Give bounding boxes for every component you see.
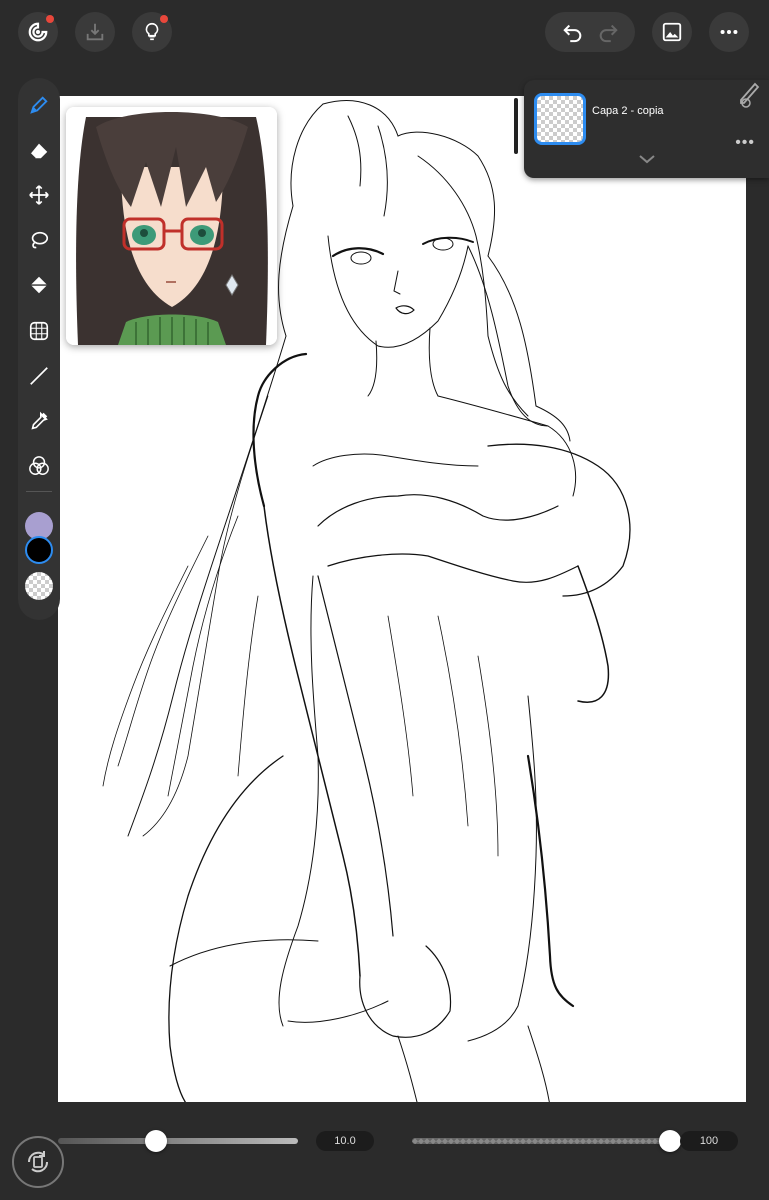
line-tool[interactable]: [26, 363, 52, 389]
fill-icon: [30, 276, 48, 294]
brush-opacity-slider[interactable]: [412, 1130, 681, 1152]
eraser-icon: [30, 143, 48, 159]
undo-redo-group: [545, 12, 635, 52]
reference-image-window[interactable]: [66, 107, 277, 345]
layer-thumbnail[interactable]: [534, 93, 586, 145]
more-icon: [720, 29, 738, 35]
more-options-button[interactable]: [709, 12, 749, 52]
logo-icon: [28, 22, 48, 42]
layers-panel: Capa 2 - copia •••: [524, 80, 769, 178]
layer-name[interactable]: Capa 2 - copia: [592, 105, 664, 117]
symmetry-rotate-button[interactable]: [12, 1136, 64, 1188]
secondary-color-swatch[interactable]: [25, 536, 53, 564]
notification-dot: [160, 15, 168, 23]
tool-rail: [18, 78, 60, 620]
perspective-tool[interactable]: [26, 318, 52, 344]
brush-opacity-value[interactable]: 100: [680, 1131, 738, 1151]
brush-opacity-knob[interactable]: [659, 1130, 681, 1152]
canvas-scroll-indicator[interactable]: [514, 98, 518, 154]
move-icon: [29, 185, 49, 205]
eraser-tool[interactable]: [26, 137, 52, 163]
transparent-color-swatch[interactable]: [25, 572, 53, 600]
blend-icon: [29, 456, 49, 475]
import-button[interactable]: [75, 12, 115, 52]
move-tool[interactable]: [26, 182, 52, 208]
brush-size-knob[interactable]: [145, 1130, 168, 1152]
tool-rail-divider: [26, 491, 52, 492]
line-icon: [30, 367, 48, 385]
eyedropper-tool[interactable]: [26, 408, 52, 434]
chevron-down-icon[interactable]: [637, 152, 657, 166]
layer-more-button[interactable]: •••: [735, 134, 755, 152]
lasso-icon: [31, 231, 49, 249]
lightbulb-icon: [145, 22, 159, 41]
perspective-grid-icon: [29, 321, 49, 341]
undo-icon[interactable]: [562, 21, 584, 43]
gallery-button[interactable]: [652, 12, 692, 52]
app-logo-button[interactable]: [18, 12, 58, 52]
reference-character-image: [66, 107, 277, 345]
redo-icon[interactable]: [597, 21, 619, 43]
lasso-tool[interactable]: [26, 227, 52, 253]
notification-dot: [46, 15, 54, 23]
gallery-icon: [662, 22, 682, 42]
rotate-canvas-icon: [27, 1151, 49, 1173]
pen-icon: [30, 96, 48, 114]
blend-tool[interactable]: [26, 453, 52, 479]
eyedropper-icon: [31, 411, 48, 430]
layer-edit-pencil-icon[interactable]: [738, 80, 760, 108]
import-icon: [86, 23, 104, 41]
pen-tool[interactable]: [26, 92, 52, 118]
brush-size-slider[interactable]: [58, 1130, 298, 1152]
brush-size-value[interactable]: 10.0: [316, 1131, 374, 1151]
tips-button[interactable]: [132, 12, 172, 52]
fill-tool[interactable]: [26, 272, 52, 298]
